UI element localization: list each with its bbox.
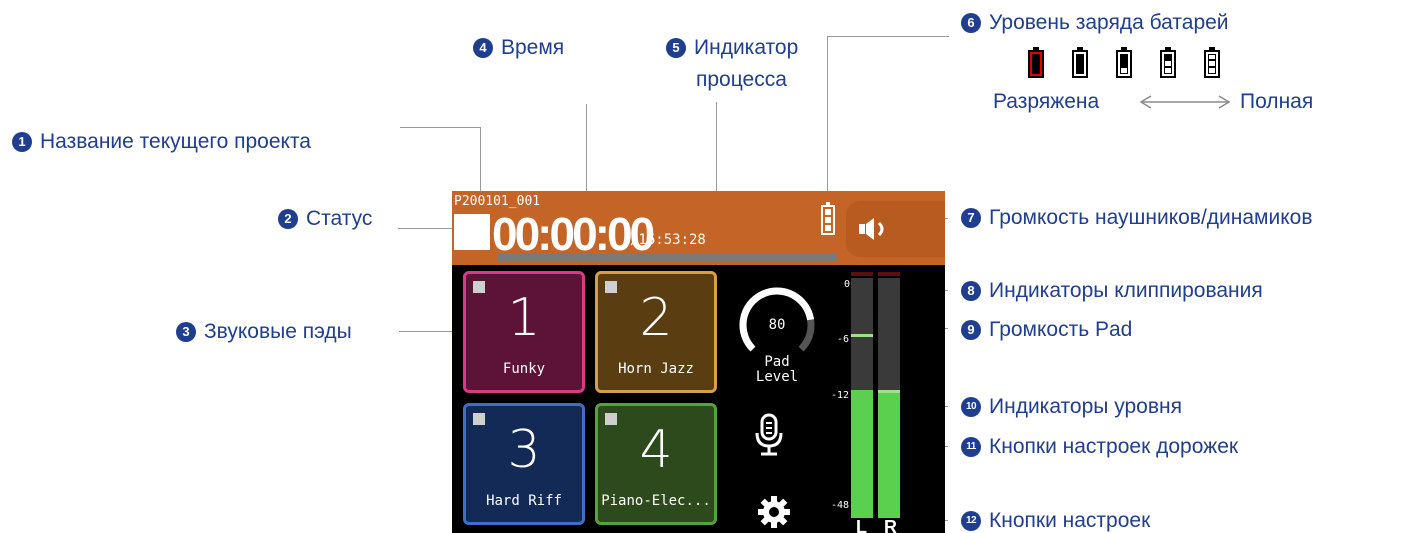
gear-icon[interactable] <box>758 496 790 528</box>
pad-number: 3 <box>507 420 541 480</box>
pad-level-knob[interactable]: 80 <box>734 283 820 359</box>
callout-volume: 7 Громкость наушников/динамиков <box>961 207 1312 228</box>
peak-marker-left <box>851 334 873 337</box>
callout-status: 2 Статус <box>278 208 372 229</box>
total-time: /16:53:28 <box>630 232 706 248</box>
battery-full-icon <box>1204 47 1220 78</box>
battery-mid-low-icon <box>1116 47 1132 78</box>
elapsed-time: 00:00:00 <box>492 208 655 260</box>
channel-label-left: L <box>856 517 867 533</box>
leader-project-name <box>400 127 480 128</box>
pad-number: 2 <box>639 288 673 348</box>
sound-pad-4[interactable]: 4 Piano-Elec... <box>595 403 717 525</box>
battery-legend-empty: Разряжена <box>993 91 1099 112</box>
pad-name: Hard Riff <box>486 493 562 509</box>
battery-full-label: Полная <box>1240 90 1314 113</box>
callout-label: Кнопки настроек <box>989 509 1151 532</box>
battery-low-icon <box>1072 47 1088 78</box>
callout-label: Статус <box>306 207 373 230</box>
callout-sound-pads: 3 Звуковые пэды <box>176 321 352 342</box>
volume-button[interactable] <box>846 201 945 257</box>
battery-mid-high-icon <box>1160 47 1176 78</box>
callout-number: 7 <box>961 207 981 228</box>
callout-label: Название текущего проекта <box>40 130 311 153</box>
level-fill-right <box>878 393 900 518</box>
clip-indicator-right <box>878 272 900 276</box>
channel-label-right: R <box>884 517 897 533</box>
stop-icon <box>454 214 490 250</box>
microphone-icon[interactable] <box>754 413 784 457</box>
pad-name: Piano-Elec... <box>601 493 711 509</box>
callout-label: Громкость Pad <box>989 318 1133 341</box>
callout-settings: 12 Кнопки настроек <box>961 510 1150 531</box>
callout-progress-line2: процесса <box>696 69 787 90</box>
pad-level-label: Pad Level <box>742 355 812 385</box>
callout-label: Индикаторы клиппирования <box>989 279 1263 302</box>
meter-scale-0: 0 <box>844 279 851 290</box>
battery-segment <box>825 209 831 215</box>
battery-legend-full: Полная <box>1240 91 1313 112</box>
callout-label: Уровень заряда батарей <box>989 11 1229 34</box>
meter-scale-48: -48 <box>831 500 850 511</box>
battery-segment <box>825 217 831 223</box>
callout-number: 9 <box>961 319 981 340</box>
callout-label: Индикаторы уровня <box>989 395 1182 418</box>
callout-track-settings: 11 Кнопки настроек дорожек <box>961 436 1238 457</box>
callout-number: 12 <box>961 510 981 531</box>
pad-name: Funky <box>502 361 546 377</box>
callout-time: 4 Время <box>473 37 564 58</box>
callout-level-meters: 10 Индикаторы уровня <box>961 396 1182 417</box>
status-bar: P200101_001 00:00:00 /16:53:28 <box>452 191 945 265</box>
callout-battery: 6 Уровень заряда батарей <box>961 12 1229 33</box>
callout-label: Громкость наушников/динамиков <box>989 206 1313 229</box>
callout-number: 6 <box>961 12 981 33</box>
callout-number: 3 <box>176 321 196 342</box>
sound-pad-2[interactable]: 2 Horn Jazz <box>595 271 717 393</box>
level-meter-right <box>878 278 900 518</box>
double-arrow-icon <box>1139 95 1231 109</box>
leader-project-name <box>480 127 481 197</box>
peak-marker-right <box>878 390 900 393</box>
callout-progress: 5 Индикатор <box>666 37 798 58</box>
callout-label: Звуковые пэды <box>204 320 352 343</box>
callout-project-name: 1 Название текущего проекта <box>12 131 311 152</box>
battery-icon <box>821 202 835 235</box>
callout-number: 2 <box>278 208 298 229</box>
leader-battery <box>827 36 828 208</box>
pad-level-value: 80 <box>769 317 786 333</box>
callout-label: процесса <box>696 68 787 91</box>
callout-number: 4 <box>473 37 493 58</box>
leader-battery <box>827 36 949 37</box>
battery-empty-icon <box>1028 47 1044 78</box>
clip-indicator-left <box>851 272 873 276</box>
callout-label: Время <box>501 36 565 59</box>
level-meter-left <box>851 278 873 518</box>
callout-number: 11 <box>961 436 981 457</box>
pad-number: 1 <box>507 288 541 348</box>
meter-scale-12: -12 <box>831 390 850 401</box>
callout-clip-indicators: 8 Индикаторы клиппирования <box>961 280 1263 301</box>
callout-number: 10 <box>961 396 981 417</box>
battery-legend <box>1028 47 1220 78</box>
sound-pad-3[interactable]: 3 Hard Riff <box>463 403 585 525</box>
pad-level-label-line1: Pad <box>764 354 790 370</box>
progress-bar <box>497 254 837 262</box>
callout-pad-volume: 9 Громкость Pad <box>961 319 1132 340</box>
pad-number: 4 <box>639 420 673 480</box>
speaker-icon <box>859 218 884 240</box>
callout-number: 1 <box>12 131 32 152</box>
pad-name: Horn Jazz <box>618 361 694 377</box>
sound-pad-1[interactable]: 1 Funky <box>463 271 585 393</box>
device-screen: P200101_001 00:00:00 /16:53:28 1 Funky 2… <box>452 191 945 533</box>
callout-label: Кнопки настроек дорожек <box>989 435 1239 458</box>
level-fill-left <box>851 390 873 518</box>
battery-empty-label: Разряжена <box>993 90 1100 113</box>
pad-level-label-line2: Level <box>755 369 799 385</box>
battery-segment <box>825 225 831 231</box>
meter-scale-6: -6 <box>837 334 850 345</box>
callout-number: 5 <box>666 37 686 58</box>
callout-label: Индикатор <box>694 36 799 59</box>
callout-number: 8 <box>961 280 981 301</box>
